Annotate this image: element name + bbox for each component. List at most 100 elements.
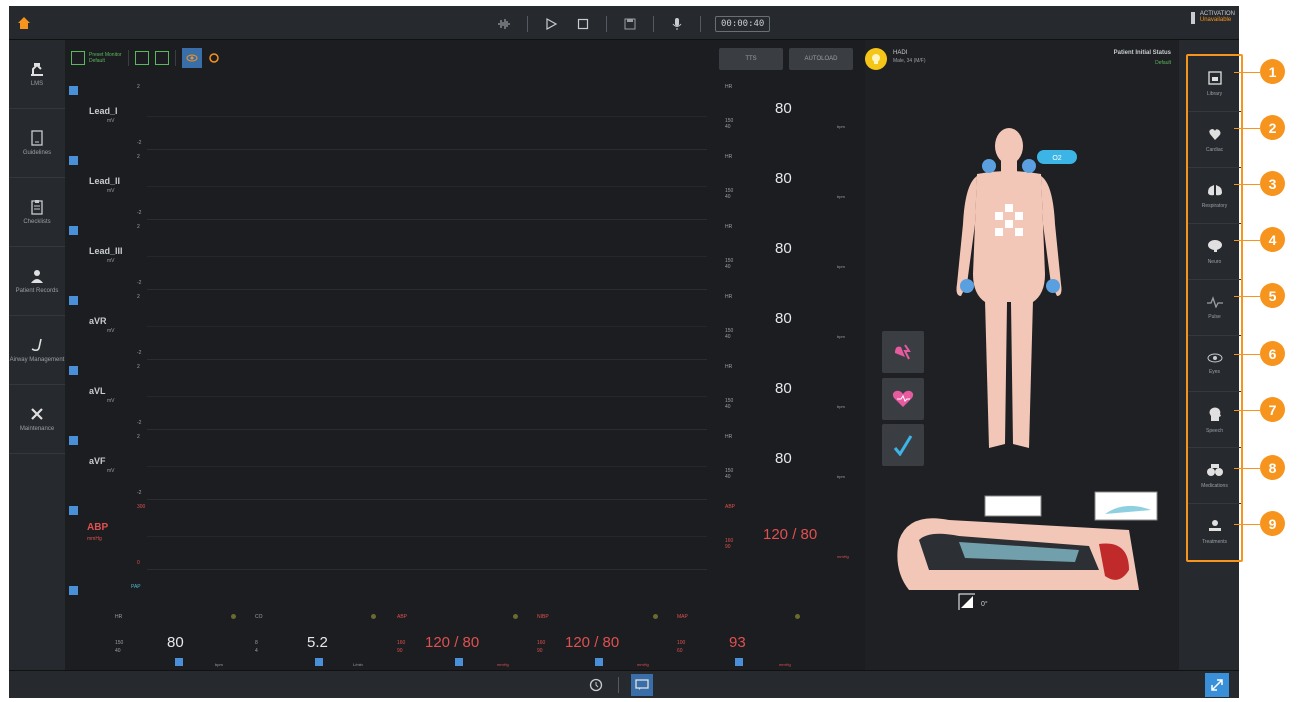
waveform-view-button[interactable]: [181, 48, 202, 68]
vital-label: HR: [725, 84, 733, 90]
lead-unit: mV: [107, 118, 115, 124]
fullscreen-button[interactable]: [1205, 673, 1229, 697]
panel-item-speech[interactable]: Speech: [1188, 392, 1241, 448]
airway-cross-section-figure[interactable]: 0°: [889, 490, 1159, 620]
autoload-button[interactable]: AUTOLOAD: [789, 48, 853, 70]
layout-value: Default: [89, 58, 105, 64]
session-timer: 00:00:40: [715, 16, 771, 32]
lms-icon: [31, 62, 43, 76]
library-icon: [1207, 70, 1222, 85]
nav-item-checklists[interactable]: Checklists: [9, 178, 65, 247]
vital-low-limit: 90: [725, 544, 731, 550]
panel-item-cardiac[interactable]: Cardiac: [1188, 112, 1241, 168]
left-navigation: LMS Guidelines Checklists Patient Record…: [9, 40, 65, 670]
lead-checkbox[interactable]: [69, 86, 78, 95]
panel-item-pulse[interactable]: Pulse: [1188, 280, 1241, 336]
initial-status-value[interactable]: Default: [1155, 60, 1171, 66]
vital-checkbox[interactable]: [315, 658, 323, 666]
panel-item-neuro[interactable]: Neuro: [1188, 224, 1241, 280]
lead-checkbox[interactable]: [69, 296, 78, 305]
waveform-area: [147, 432, 707, 500]
waveform-area: [147, 292, 707, 360]
nav-item-patient-records[interactable]: Patient Records: [9, 247, 65, 316]
scale-max: 2: [137, 294, 140, 300]
heart-icon: [1208, 128, 1220, 140]
vital-high-limit: 160: [537, 640, 546, 646]
audio-icon[interactable]: [495, 15, 513, 33]
pap-checkbox[interactable]: [69, 586, 78, 595]
split-layout-icon[interactable]: [154, 51, 169, 65]
settings-icon[interactable]: [208, 52, 220, 64]
lead-name: Lead_III: [89, 246, 123, 256]
play-icon[interactable]: [542, 15, 560, 33]
home-button[interactable]: [9, 6, 39, 40]
grid-layout-icon[interactable]: [134, 51, 149, 65]
vital-value: 80: [167, 634, 184, 651]
nav-label: Patient Records: [15, 287, 59, 294]
simulation-controls: 00:00:40: [495, 14, 771, 34]
chat-button[interactable]: [631, 674, 653, 696]
nav-item-maintenance[interactable]: Maintenance: [9, 385, 65, 454]
lead-checkbox[interactable]: [69, 226, 78, 235]
tts-button[interactable]: TTS: [719, 48, 783, 70]
nav-item-guidelines[interactable]: Guidelines: [9, 109, 65, 178]
vital-value: 93: [729, 634, 746, 651]
bottom-vital-map: MAP 100 60 93 mmHg: [677, 608, 817, 670]
vital-unit: bpm: [837, 194, 845, 199]
toolbar-divider: [527, 16, 528, 32]
callout-line: [1234, 240, 1260, 241]
defibrillator-button[interactable]: [882, 331, 924, 373]
panel-item-medications[interactable]: Medications: [1188, 448, 1241, 504]
panel-item-label: Eyes: [1208, 368, 1221, 375]
callout-badge: 4: [1260, 227, 1285, 252]
vital-checkbox[interactable]: [595, 658, 603, 666]
microphone-icon[interactable]: [668, 15, 686, 33]
vital-checkbox[interactable]: [455, 658, 463, 666]
vital-label: ABP: [725, 504, 736, 510]
waveform-area: [147, 152, 707, 220]
vital-hr-4: HR 80 150 40 bpm: [725, 292, 855, 362]
lead-checkbox[interactable]: [69, 506, 78, 515]
callout-badge: 8: [1260, 455, 1285, 480]
lead-checkbox[interactable]: [69, 156, 78, 165]
bottom-vital-nibp: NIBP 160 90 120 / 80 mmHg: [537, 608, 677, 670]
panel-item-library[interactable]: Library: [1188, 56, 1241, 112]
nav-label: Checklists: [23, 218, 51, 225]
waveform-area: [147, 502, 707, 570]
lead-unit: mV: [107, 398, 115, 404]
vital-checkbox[interactable]: [175, 658, 183, 666]
bottom-bar: [9, 670, 1239, 698]
panel-item-label: Library: [1206, 90, 1223, 97]
vital-unit: bpm: [837, 404, 845, 409]
airway-check-button[interactable]: [882, 424, 924, 466]
treatments-icon: [1208, 520, 1221, 531]
save-icon[interactable]: [621, 15, 639, 33]
patient-body-figure[interactable]: O2: [929, 124, 1089, 464]
vital-unit: mmHg: [497, 662, 509, 667]
vital-checkbox[interactable]: [735, 658, 743, 666]
bottom-vital-co: CO 8 4 5.2 L/min: [255, 608, 395, 670]
vital-unit: bpm: [215, 662, 223, 667]
patient-avatar[interactable]: [865, 48, 887, 70]
lead-unit: mV: [107, 188, 115, 194]
panel-item-treatments[interactable]: Treatments: [1188, 504, 1241, 560]
layout-preset-button[interactable]: Preset Monitor Default: [71, 51, 122, 65]
panel-item-label: Neuro: [1207, 258, 1222, 265]
pacing-button[interactable]: [882, 378, 924, 420]
vital-low-limit: 90: [537, 648, 543, 654]
vital-low-limit: 40: [725, 474, 731, 480]
nav-item-lms[interactable]: LMS: [9, 40, 65, 109]
panel-item-eyes[interactable]: Eyes: [1188, 336, 1241, 392]
vital-label: ABP: [397, 614, 408, 620]
lead-checkbox[interactable]: [69, 436, 78, 445]
lead-name: Lead_I: [89, 106, 118, 116]
abp-name: ABP: [87, 522, 109, 533]
stop-icon[interactable]: [574, 15, 592, 33]
nav-item-airway-management[interactable]: Airway Management: [9, 316, 65, 385]
callout-line: [1234, 468, 1260, 469]
history-button[interactable]: [587, 676, 605, 694]
callout-badge: 9: [1260, 511, 1285, 536]
panel-item-respiratory[interactable]: Respiratory: [1188, 168, 1241, 224]
lead-checkbox[interactable]: [69, 366, 78, 375]
eye-icon: [186, 54, 198, 62]
